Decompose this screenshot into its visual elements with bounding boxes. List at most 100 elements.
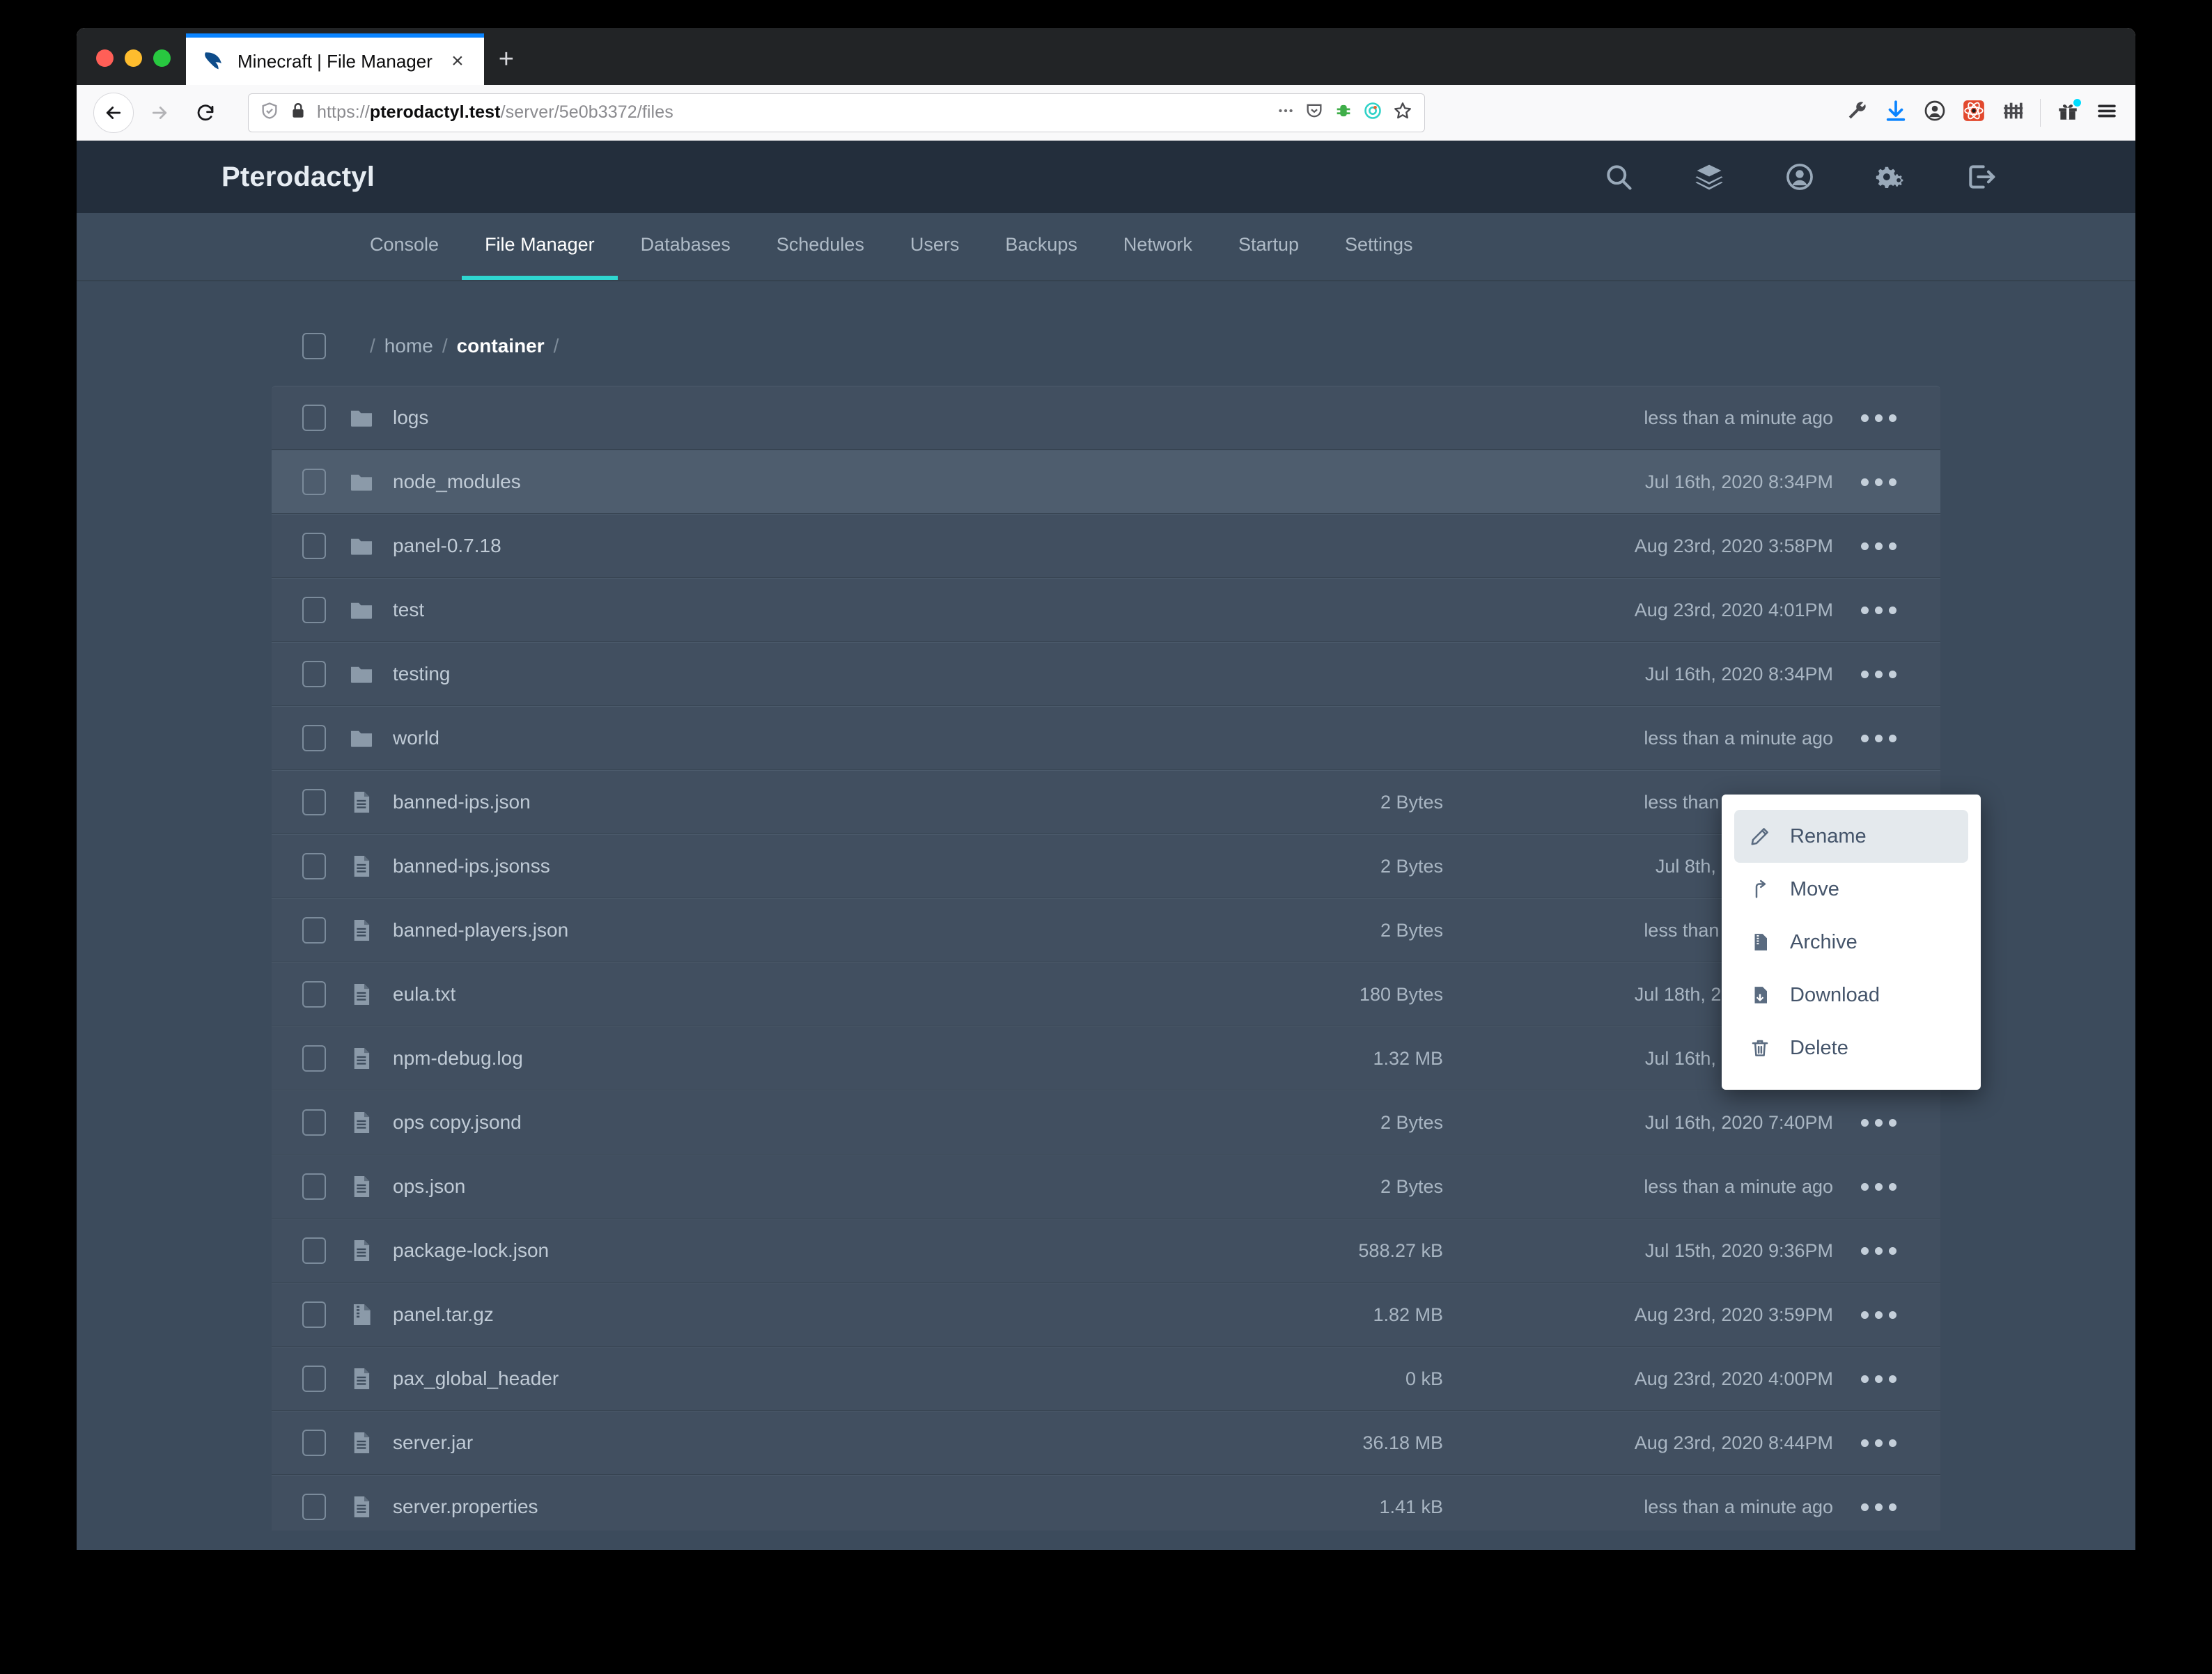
pocket-icon[interactable] <box>1304 101 1324 124</box>
row-select-checkbox[interactable] <box>302 917 326 944</box>
logout-icon[interactable] <box>1965 162 1996 192</box>
download-icon[interactable] <box>1884 99 1908 126</box>
row-select-checkbox[interactable] <box>302 1301 326 1328</box>
row-select-checkbox[interactable] <box>302 789 326 815</box>
file-name[interactable]: testing <box>393 663 1151 685</box>
file-name[interactable]: server.jar <box>393 1432 1151 1454</box>
menu-item-delete[interactable]: Delete <box>1734 1022 1968 1074</box>
url-bar[interactable]: https://pterodactyl.test/server/5e0b3372… <box>248 93 1425 132</box>
back-icon[interactable] <box>93 93 134 133</box>
file-name[interactable]: panel.tar.gz <box>393 1304 1151 1326</box>
ellipsis-icon[interactable] <box>1847 1119 1910 1127</box>
row-select-checkbox[interactable] <box>302 725 326 751</box>
file-row[interactable]: ops.json2 Bytesless than a minute ago <box>272 1155 1940 1219</box>
row-select-checkbox[interactable] <box>302 853 326 879</box>
row-select-checkbox[interactable] <box>302 1237 326 1264</box>
servers-layers-icon[interactable] <box>1694 162 1724 192</box>
bookmark-star-icon[interactable] <box>1392 100 1413 125</box>
ellipsis-icon[interactable] <box>1847 478 1910 486</box>
file-name[interactable]: logs <box>393 407 1151 429</box>
ellipsis-icon[interactable] <box>1847 542 1910 550</box>
tab-schedules[interactable]: Schedules <box>754 213 887 280</box>
extension-teal-icon[interactable] <box>1363 101 1382 124</box>
ellipsis-icon[interactable] <box>1847 735 1910 742</box>
file-name[interactable]: npm-debug.log <box>393 1047 1151 1070</box>
file-row[interactable]: banned-ips.json2 Bytesless than a minute… <box>272 770 1940 834</box>
file-row[interactable]: worldless than a minute ago <box>272 706 1940 770</box>
file-row[interactable]: server.properties1.41 kBless than a minu… <box>272 1475 1940 1539</box>
page-actions-icon[interactable] <box>1277 102 1295 123</box>
file-row[interactable]: panel.tar.gz1.82 MBAug 23rd, 2020 3:59PM <box>272 1283 1940 1347</box>
file-name[interactable]: world <box>393 727 1151 749</box>
row-select-checkbox[interactable] <box>302 1109 326 1136</box>
ellipsis-icon[interactable] <box>1847 1375 1910 1383</box>
admin-cogs-icon[interactable] <box>1875 162 1906 192</box>
file-row[interactable]: banned-players.json2 Bytesless than a mi… <box>272 898 1940 962</box>
containers-icon[interactable] <box>2001 99 2025 126</box>
menu-item-move[interactable]: Move <box>1734 863 1968 916</box>
extension-green-icon[interactable] <box>1334 101 1353 124</box>
gift-icon[interactable] <box>2056 99 2080 126</box>
tab-backups[interactable]: Backups <box>982 213 1100 280</box>
search-icon[interactable] <box>1603 162 1634 192</box>
row-select-checkbox[interactable] <box>302 981 326 1008</box>
row-select-checkbox[interactable] <box>302 1045 326 1072</box>
ellipsis-icon[interactable] <box>1847 607 1910 614</box>
file-row[interactable]: server.jar36.18 MBAug 23rd, 2020 8:44PM <box>272 1411 1940 1475</box>
file-name[interactable]: banned-ips.jsonss <box>393 855 1151 877</box>
file-name[interactable]: test <box>393 599 1151 621</box>
file-name[interactable]: panel-0.7.18 <box>393 535 1151 557</box>
menu-item-download[interactable]: Download <box>1734 969 1968 1022</box>
row-select-checkbox[interactable] <box>302 597 326 623</box>
row-select-checkbox[interactable] <box>302 1366 326 1392</box>
file-name[interactable]: package-lock.json <box>393 1239 1151 1262</box>
account-icon[interactable] <box>1923 99 1947 126</box>
file-name[interactable]: eula.txt <box>393 983 1151 1006</box>
file-row[interactable]: ops copy.jsond2 BytesJul 16th, 2020 7:40… <box>272 1090 1940 1155</box>
file-name[interactable]: banned-ips.json <box>393 791 1151 813</box>
file-name[interactable]: node_modules <box>393 471 1151 493</box>
row-select-checkbox[interactable] <box>302 1430 326 1456</box>
file-row[interactable]: banned-ips.jsonss2 BytesJul 8th, 2020 9:… <box>272 834 1940 898</box>
tab-console[interactable]: Console <box>347 213 462 280</box>
ellipsis-icon[interactable] <box>1847 1183 1910 1191</box>
row-select-checkbox[interactable] <box>302 1494 326 1520</box>
file-row[interactable]: package-lock.json588.27 kBJul 15th, 2020… <box>272 1219 1940 1283</box>
row-select-checkbox[interactable] <box>302 1173 326 1200</box>
breadcrumb-item-container[interactable]: container <box>457 335 545 357</box>
close-window-button[interactable] <box>96 49 114 67</box>
reload-icon[interactable] <box>185 93 226 133</box>
tab-databases[interactable]: Databases <box>618 213 754 280</box>
file-row[interactable]: logsless than a minute ago <box>272 386 1940 450</box>
menu-item-rename[interactable]: Rename <box>1734 810 1968 863</box>
file-row[interactable]: node_modulesJul 16th, 2020 8:34PM <box>272 450 1940 514</box>
file-row[interactable]: panel-0.7.18Aug 23rd, 2020 3:58PM <box>272 514 1940 578</box>
file-row[interactable]: testingJul 16th, 2020 8:34PM <box>272 642 1940 706</box>
file-name[interactable]: ops.json <box>393 1175 1151 1198</box>
file-row[interactable]: testAug 23rd, 2020 4:01PM <box>272 578 1940 642</box>
breadcrumb-item-home[interactable]: home <box>384 335 433 357</box>
file-row[interactable]: eula.txt180 BytesJul 18th, 2020 10:10AM <box>272 962 1940 1026</box>
minimize-window-button[interactable] <box>125 49 142 67</box>
row-select-checkbox[interactable] <box>302 469 326 495</box>
browser-tab[interactable]: Minecraft | File Manager × <box>186 33 484 85</box>
url-text[interactable]: https://pterodactyl.test/server/5e0b3372… <box>317 102 1267 123</box>
file-name[interactable]: pax_global_header <box>393 1368 1151 1390</box>
ellipsis-icon[interactable] <box>1847 1311 1910 1319</box>
ellipsis-icon[interactable] <box>1847 1503 1910 1511</box>
hamburger-menu-icon[interactable] <box>2095 99 2119 126</box>
tab-startup[interactable]: Startup <box>1215 213 1322 280</box>
forward-icon[interactable] <box>139 93 180 133</box>
ellipsis-icon[interactable] <box>1847 1247 1910 1255</box>
lock-icon[interactable] <box>289 102 307 123</box>
new-tab-button[interactable]: + <box>484 33 529 85</box>
wrench-icon[interactable] <box>1845 99 1869 126</box>
file-row[interactable]: pax_global_header0 kBAug 23rd, 2020 4:00… <box>272 1347 1940 1411</box>
row-select-checkbox[interactable] <box>302 533 326 559</box>
select-all-checkbox[interactable] <box>302 333 326 359</box>
account-circle-icon[interactable] <box>1784 162 1815 192</box>
file-row[interactable]: npm-debug.log1.32 MBJul 16th, 2020 7:40P… <box>272 1026 1940 1090</box>
ellipsis-icon[interactable] <box>1847 1439 1910 1447</box>
row-select-checkbox[interactable] <box>302 661 326 687</box>
tab-users[interactable]: Users <box>887 213 983 280</box>
